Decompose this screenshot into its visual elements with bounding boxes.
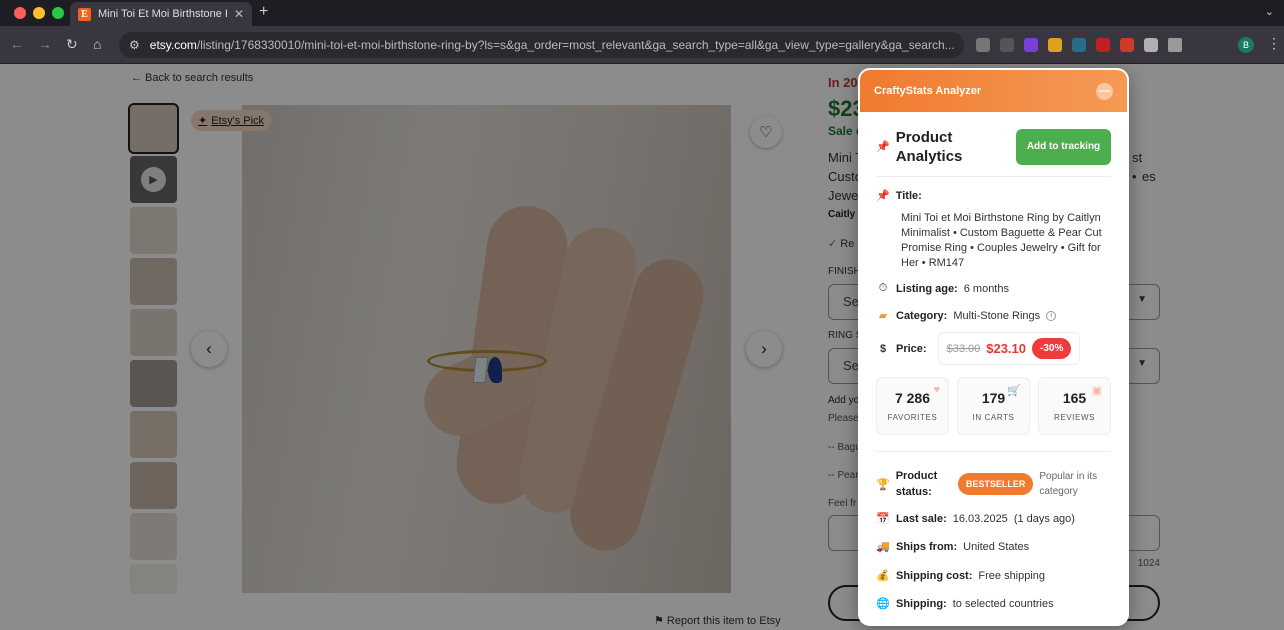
- extension-icon[interactable]: [976, 38, 990, 52]
- last-sale-value: 16.03.2025: [952, 512, 1008, 525]
- dollar-icon: $: [879, 342, 887, 355]
- favorites-stat: ♥ 7 286 FAVORITES: [876, 377, 949, 435]
- back-arrow-icon[interactable]: ←: [10, 36, 24, 52]
- browser-toolbar: ← → ↻ ⌂ ⚙ etsy.com/listing/1768330010/mi…: [0, 26, 1284, 64]
- extension-icon[interactable]: [1096, 38, 1110, 52]
- pushpin-icon: 📌: [876, 140, 890, 153]
- title-value: Mini Toi et Moi Birthstone Ring by Caitl…: [901, 212, 1102, 269]
- url-host: etsy.com: [149, 38, 197, 52]
- last-sale-label: Last sale:: [896, 512, 947, 525]
- extension-icon[interactable]: [1048, 38, 1062, 52]
- extension-icon[interactable]: [1144, 38, 1158, 52]
- shipping-cost-value: Free shipping: [978, 569, 1046, 582]
- status-label: Product status:: [895, 470, 938, 498]
- site-info-icon[interactable]: ⚙: [129, 38, 140, 52]
- old-price: $33.00: [946, 342, 981, 355]
- window-controls: [14, 7, 64, 19]
- etsy-favicon-icon: E: [78, 7, 91, 21]
- browser-tab-bar: E Mini Toi Et Moi Birthstone Ring ✕ + ⌄: [0, 0, 1284, 26]
- stat-label: FAVORITES: [887, 413, 938, 422]
- browser-tab[interactable]: E Mini Toi Et Moi Birthstone Ring ✕: [70, 2, 252, 26]
- stats-row: ♥ 7 286 FAVORITES 🛒 179 IN CARTS ▣ 165 REVIEWS: [876, 377, 1111, 435]
- minimize-window-button[interactable]: [33, 7, 45, 19]
- trophy-icon: 🏆: [876, 478, 890, 491]
- craftystats-panel: CraftyStats Analyzer — 📌 Product Analytic…: [858, 68, 1129, 626]
- forward-arrow-icon[interactable]: →: [38, 36, 52, 52]
- new-tab-icon[interactable]: +: [259, 3, 268, 21]
- folder-icon: ▰: [878, 310, 888, 322]
- reload-icon[interactable]: ↻: [66, 36, 78, 53]
- maximize-window-button[interactable]: [52, 7, 64, 19]
- tab-title: Mini Toi Et Moi Birthstone Ring: [98, 8, 227, 20]
- shipping-cost-label: Shipping cost:: [896, 569, 973, 582]
- close-window-button[interactable]: [14, 7, 26, 19]
- age-value: 6 months: [963, 282, 1009, 295]
- stat-label: IN CARTS: [972, 413, 1015, 422]
- extension-icon[interactable]: [1120, 38, 1134, 52]
- pushpin-icon: 📌: [876, 190, 890, 202]
- review-icon: ▣: [1091, 385, 1102, 397]
- discount-badge: -30%: [1032, 338, 1072, 359]
- title-label: Title:: [895, 189, 922, 202]
- age-label: Listing age:: [896, 282, 958, 295]
- reviews-stat: ▣ 165 REVIEWS: [1038, 377, 1111, 435]
- close-tab-icon[interactable]: ✕: [234, 7, 244, 21]
- money-bag-icon: 💰: [876, 570, 890, 582]
- category-value: Multi-Stone Rings: [953, 309, 1041, 322]
- category-label: Category:: [896, 309, 948, 322]
- puzzle-icon[interactable]: [1168, 38, 1182, 52]
- cart-icon: 🛒: [1007, 385, 1021, 397]
- info-icon[interactable]: i: [1046, 310, 1057, 321]
- extension-icon[interactable]: [1000, 38, 1014, 52]
- profile-avatar[interactable]: B: [1238, 37, 1254, 53]
- price-box: $33.00 $23.10 -30%: [937, 332, 1081, 365]
- price-label: Price:: [896, 342, 927, 355]
- bestseller-badge: BESTSELLER: [957, 473, 1034, 495]
- url-path: /listing/1768330010/mini-toi-et-moi-birt…: [196, 38, 955, 52]
- stat-label: REVIEWS: [1053, 413, 1096, 422]
- add-to-tracking-button[interactable]: Add to tracking: [1016, 129, 1111, 165]
- tab-search-chevron-icon[interactable]: ⌄: [1265, 5, 1274, 18]
- carts-stat: 🛒 179 IN CARTS: [957, 377, 1030, 435]
- home-icon[interactable]: ⌂: [93, 36, 101, 52]
- section-title: Product Analytics: [895, 129, 963, 165]
- menu-kebab-icon[interactable]: ⋮: [1267, 35, 1281, 52]
- extensions-bar: [976, 38, 1182, 52]
- globe-icon: 🌐: [876, 598, 890, 610]
- stopwatch-icon: ⏱: [878, 282, 888, 294]
- shipping-value: to selected countries: [952, 597, 1054, 610]
- ships-from-label: Ships from:: [896, 540, 958, 553]
- analytics-heading-row: 📌 Product Analytics Add to tracking: [876, 112, 1111, 177]
- panel-header: CraftyStats Analyzer —: [860, 70, 1127, 112]
- ships-from-value: United States: [963, 540, 1030, 553]
- last-sale-ago: (1 days ago): [1013, 512, 1075, 525]
- panel-title: CraftyStats Analyzer: [874, 85, 982, 97]
- new-price: $23.10: [986, 341, 1026, 356]
- address-bar[interactable]: ⚙ etsy.com/listing/1768330010/mini-toi-e…: [119, 32, 964, 58]
- truck-icon: 🚚: [876, 541, 890, 553]
- status-note: Popular in its category: [1039, 471, 1098, 497]
- heart-icon: ♥: [933, 384, 940, 396]
- minimize-icon[interactable]: —: [1096, 82, 1113, 100]
- calendar-icon: 📅: [876, 513, 890, 525]
- shipping-label: Shipping:: [896, 597, 947, 610]
- extension-icon[interactable]: [1024, 38, 1038, 52]
- extension-icon[interactable]: [1072, 38, 1086, 52]
